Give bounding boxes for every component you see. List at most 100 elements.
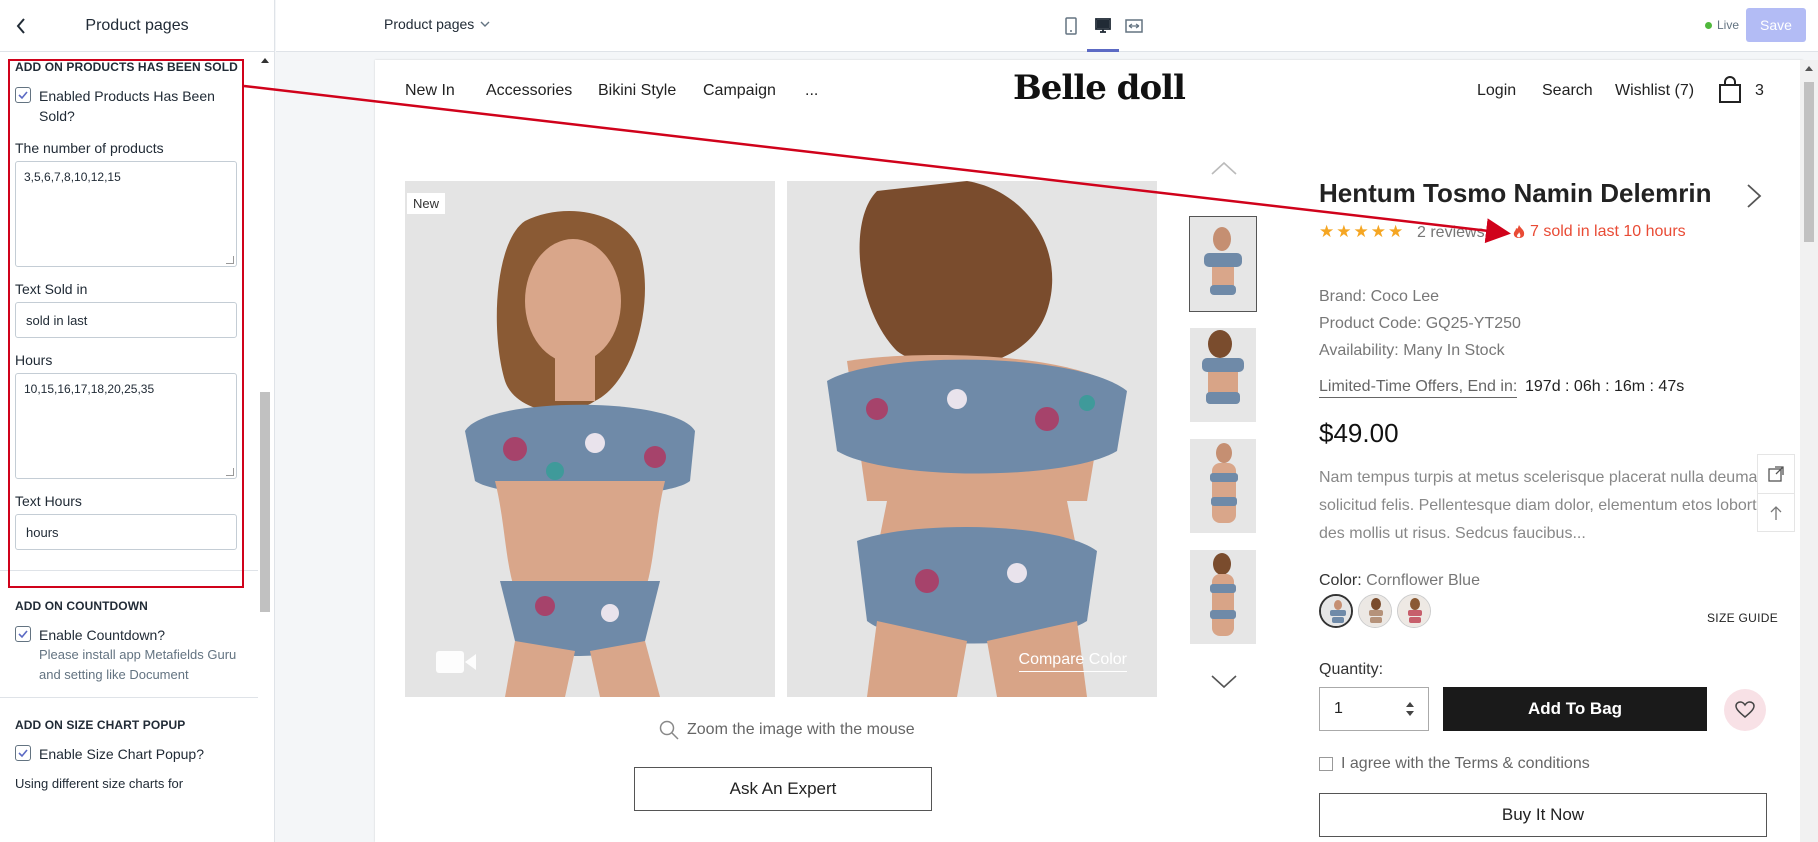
desktop-view-icon[interactable] — [1091, 14, 1115, 38]
nav-wishlist[interactable]: Wishlist (7) — [1615, 82, 1694, 100]
sidebar-header: Product pages — [0, 0, 274, 52]
ask-an-expert-button[interactable]: Ask An Expert — [634, 767, 932, 811]
reviews-link[interactable]: 2 reviews — [1417, 224, 1485, 242]
nav-bikini-style[interactable]: Bikini Style — [598, 82, 676, 100]
section-title-size-chart: ADD ON SIZE CHART POPUP — [15, 718, 186, 732]
nav-new-in[interactable]: New In — [405, 82, 455, 100]
add-to-bag-button[interactable]: Add To Bag — [1443, 687, 1707, 731]
enable-products-sold-label: Enabled Products Has Been Sold? — [39, 88, 215, 124]
size-guide-link[interactable]: SIZE GUIDE — [1707, 611, 1778, 625]
terms-agreement[interactable]: I agree with the Terms & conditions — [1319, 755, 1590, 773]
new-badge: New — [407, 193, 446, 214]
preview-scrollbar-thumb[interactable] — [1804, 82, 1814, 242]
color-option-label: Color: Cornflower Blue — [1319, 572, 1480, 590]
color-label: Color: — [1319, 572, 1362, 589]
fire-icon — [1513, 225, 1525, 238]
thumbnail-image-3 — [1190, 439, 1256, 533]
quantity-stepper[interactable]: 1 — [1319, 687, 1429, 731]
swatch-image — [1398, 595, 1430, 627]
number-of-products-textarea[interactable]: 3,5,6,7,8,10,12,15 — [15, 161, 237, 267]
resize-grip-icon[interactable] — [226, 468, 234, 476]
product-photo-front — [405, 181, 775, 697]
text-hours-input[interactable]: hours — [15, 514, 237, 550]
product-image-front[interactable]: New — [405, 181, 775, 697]
enable-countdown-option[interactable]: Enable Countdown? — [15, 625, 243, 645]
mobile-view-icon[interactable] — [1059, 14, 1083, 38]
back-to-top-icon[interactable] — [1758, 493, 1794, 531]
product-availability: Availability: Many In Stock — [1319, 342, 1505, 359]
nav-accessories[interactable]: Accessories — [486, 82, 572, 100]
swatch-image — [1321, 596, 1351, 626]
fullscreen-view-icon[interactable] — [1122, 14, 1146, 38]
product-description: Nam tempus turpis at metus scelerisque p… — [1319, 464, 1779, 548]
section-title-countdown: ADD ON COUNTDOWN — [15, 599, 148, 613]
text-hours-label: Text Hours — [15, 493, 82, 509]
chevron-down-icon — [480, 21, 490, 27]
sidebar-scrollbar[interactable] — [259, 52, 271, 842]
terms-checkbox[interactable] — [1319, 757, 1333, 771]
product-thumbnail[interactable] — [1190, 328, 1256, 422]
section-divider — [0, 697, 258, 698]
enable-countdown-checkbox[interactable] — [15, 626, 31, 642]
wishlist-heart-icon[interactable] — [1724, 689, 1766, 731]
product-thumbnail[interactable] — [1190, 439, 1256, 533]
compare-expand-icon[interactable] — [1758, 455, 1794, 493]
nav-more[interactable]: ... — [805, 82, 818, 100]
text-hours-value: hours — [26, 524, 59, 540]
stepper-arrows-icon[interactable] — [1406, 701, 1414, 717]
product-thumbnail[interactable] — [1189, 216, 1257, 312]
product-brand: Brand: Coco Lee — [1319, 288, 1440, 305]
nav-campaign[interactable]: Campaign — [703, 82, 776, 100]
active-device-indicator — [1087, 49, 1119, 52]
text-sold-in-input[interactable]: sold in last — [15, 302, 237, 338]
scroll-up-icon[interactable] — [261, 58, 269, 63]
product-image-back[interactable]: Compare Color — [787, 181, 1157, 697]
preview-scrollbar[interactable] — [1800, 60, 1818, 842]
storefront-preview: New In Accessories Bikini Style Campaign… — [375, 60, 1803, 842]
video-icon[interactable] — [435, 649, 477, 675]
color-swatch[interactable] — [1319, 594, 1353, 628]
color-swatch[interactable] — [1397, 594, 1431, 628]
thumbnail-image-2 — [1190, 328, 1256, 422]
enable-size-chart-label: Enable Size Chart Popup? — [39, 746, 204, 762]
next-product-icon[interactable] — [1745, 182, 1763, 210]
cart-count: 3 — [1755, 82, 1764, 99]
product-photo-back — [787, 181, 1157, 697]
zoom-hint-text: Zoom the image with the mouse — [687, 721, 915, 738]
product-price: $49.00 — [1319, 418, 1399, 448]
scroll-up-icon[interactable] — [1805, 66, 1813, 71]
enable-products-sold-checkbox[interactable] — [15, 87, 31, 103]
editor-topbar: Product pages Live Save — [276, 0, 1818, 52]
zoom-hint: Zoom the image with the mouse — [659, 720, 915, 740]
enable-products-sold-option[interactable]: Enabled Products Has Been Sold? — [15, 86, 243, 126]
page-selector-label: Product pages — [384, 16, 475, 32]
back-icon[interactable] — [10, 14, 32, 38]
nav-search[interactable]: Search — [1542, 82, 1593, 100]
page-selector-dropdown[interactable]: Product pages — [384, 16, 490, 32]
resize-grip-icon[interactable] — [226, 256, 234, 264]
hours-textarea[interactable]: 10,15,16,17,18,20,25,35 — [15, 373, 237, 479]
number-of-products-value: 3,5,6,7,8,10,12,15 — [24, 170, 121, 184]
compare-color-link[interactable]: Compare Color — [1018, 651, 1127, 672]
swatch-image — [1359, 595, 1391, 627]
description-line: solicitud felis. Pellentesque diam dolor… — [1319, 497, 1769, 514]
description-line: des mollis ut risus. Sedcus faucibus... — [1319, 525, 1586, 542]
color-swatch[interactable] — [1358, 594, 1392, 628]
save-button[interactable]: Save — [1746, 8, 1806, 42]
shopping-bag-icon[interactable] — [1717, 76, 1743, 104]
enable-size-chart-option[interactable]: Enable Size Chart Popup? — [15, 744, 243, 764]
enable-size-chart-checkbox[interactable] — [15, 745, 31, 761]
sold-counter-text: 7 sold in last 10 hours — [1530, 223, 1686, 240]
product-thumbnail[interactable] — [1190, 550, 1256, 644]
theme-editor-sidebar: Product pages ADD ON PRODUCTS HAS BEEN S… — [0, 0, 275, 842]
magnifier-icon — [659, 720, 679, 740]
quantity-label: Quantity: — [1319, 661, 1384, 678]
product-code: Product Code: GQ25-YT250 — [1319, 315, 1521, 332]
buy-it-now-button[interactable]: Buy It Now — [1319, 793, 1767, 837]
thumbnails-down-icon[interactable] — [1210, 674, 1238, 690]
store-logo[interactable]: Belle doll — [1013, 68, 1186, 108]
countdown-help-text: Please install app Metafields Guru and s… — [39, 647, 237, 682]
sidebar-scrollbar-thumb[interactable] — [260, 392, 270, 612]
thumbnails-up-icon[interactable] — [1210, 160, 1238, 176]
nav-login[interactable]: Login — [1477, 82, 1516, 100]
